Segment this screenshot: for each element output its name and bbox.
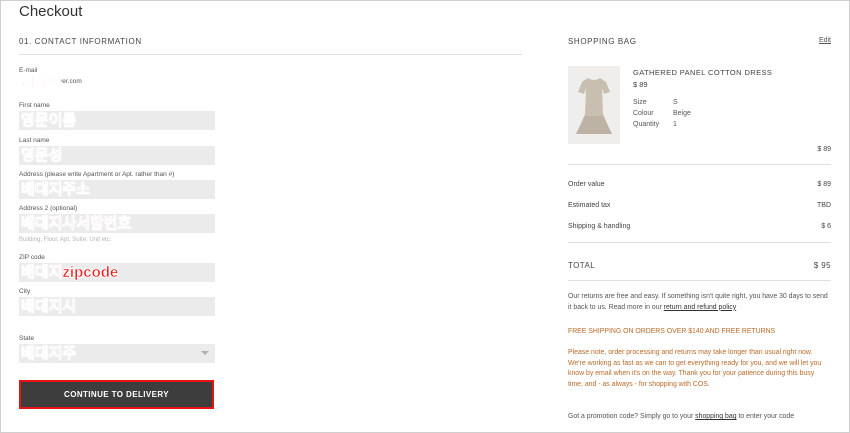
zip-value: 배대지zipcode (21, 264, 119, 282)
last-name-input[interactable]: 영문성 (19, 146, 215, 165)
divider (568, 280, 831, 281)
address-input[interactable]: 배대지주소 (19, 180, 215, 199)
city-value: 배대지시 (21, 298, 77, 316)
returns-note: Our returns are free and easy. If someth… (568, 292, 831, 313)
total-label: TOTAL (568, 261, 596, 270)
bag-heading: SHOPPING BAG (568, 37, 637, 46)
tax-label: Estimated tax (568, 202, 611, 209)
state-group: State 배대지주 (19, 335, 215, 363)
zip-label: ZIP code (19, 254, 45, 261)
email-value: 이메일 (21, 75, 63, 93)
email-field-group: E-mail ver.com 이메일 (19, 67, 215, 93)
address-group: Address (please write Apartment or Apt. … (19, 171, 215, 199)
city-group: City 배대지시 (19, 288, 215, 316)
state-label: State (19, 335, 35, 342)
shipping-value: $ 6 (821, 223, 831, 230)
zip-input[interactable]: 배대지zipcode (19, 263, 215, 282)
edit-link[interactable]: Edit (819, 37, 831, 44)
first-name-value: 영문이름 (21, 112, 77, 130)
order-value: $ 89 (817, 181, 831, 188)
address-value: 배대지주소 (21, 181, 91, 199)
size-value: S (673, 99, 678, 106)
size-label: Size (633, 99, 647, 106)
colour-value: Beige (673, 110, 691, 117)
state-value: 배대지주 (21, 345, 77, 363)
continue-to-delivery-button[interactable]: CONTINUE TO DELIVERY (19, 380, 214, 409)
return-policy-link[interactable]: return and refund policy (664, 304, 736, 311)
total-value: $ 95 (813, 261, 831, 270)
city-input[interactable]: 배대지시 (19, 297, 215, 316)
free-shipping-banner: FREE SHIPPING ON ORDERS OVER $140 AND FR… (568, 328, 776, 335)
first-name-group: First name 영문이름 (19, 102, 215, 130)
last-name-label: Last name (19, 137, 50, 144)
last-name-group: Last name 영문성 (19, 137, 215, 165)
address-label: Address (please write Apartment or Apt. … (19, 171, 175, 178)
shopping-bag-section: SHOPPING BAG Edit GATHERED PANEL COTTON … (568, 37, 831, 420)
chevron-down-icon (201, 351, 209, 355)
divider (568, 164, 831, 165)
last-name-value: 영문성 (21, 147, 63, 165)
quantity-label: Quantity (633, 121, 660, 128)
email-field[interactable]: ver.com 이메일 (19, 74, 215, 93)
zip-group: ZIP code 배대지zipcode (19, 254, 215, 282)
address2-input[interactable]: 배대지사서함번호 (19, 214, 215, 233)
first-name-input[interactable]: 영문이름 (19, 111, 215, 130)
product-image[interactable] (568, 66, 620, 144)
promo-text-before: Got a promotion code? Simply go to your (568, 413, 694, 420)
order-value-label: Order value (568, 181, 605, 188)
line-total: $ 89 (817, 146, 831, 153)
first-name-label: First name (19, 102, 50, 109)
shopping-bag-link[interactable]: shopping bag (695, 413, 736, 420)
city-label: City (19, 288, 31, 295)
address2-hint: Building, Floor, Apt, Suite, Unit etc. (19, 237, 112, 243)
contact-section: 01. CONTACT INFORMATION E-mail ver.com 이… (19, 37, 522, 409)
quantity-value: 1 (673, 121, 677, 128)
product-name: GATHERED PANEL COTTON DRESS (633, 68, 773, 77)
dress-image (568, 66, 620, 144)
promo-text-after: to enter your code (738, 413, 795, 420)
divider (568, 242, 831, 243)
address2-label: Address 2 (optional) (19, 205, 78, 212)
state-select[interactable]: 배대지주 (19, 344, 215, 363)
delay-notice: Please note, order processing and return… (568, 349, 822, 388)
colour-label: Colour (633, 110, 654, 117)
section-heading: 01. CONTACT INFORMATION (19, 37, 522, 55)
promo-note: Got a promotion code? Simply go to your … (568, 412, 831, 423)
product-price: $ 89 (633, 80, 648, 89)
address2-value: 배대지사서함번호 (21, 215, 132, 233)
email-tail: ver.com (59, 78, 82, 85)
tax-value: TBD (817, 202, 831, 209)
page-title: Checkout (19, 3, 83, 20)
shipping-label: Shipping & handling (568, 223, 631, 230)
address2-group: Address 2 (optional) 배대지사서함번호 Building, … (19, 205, 215, 243)
